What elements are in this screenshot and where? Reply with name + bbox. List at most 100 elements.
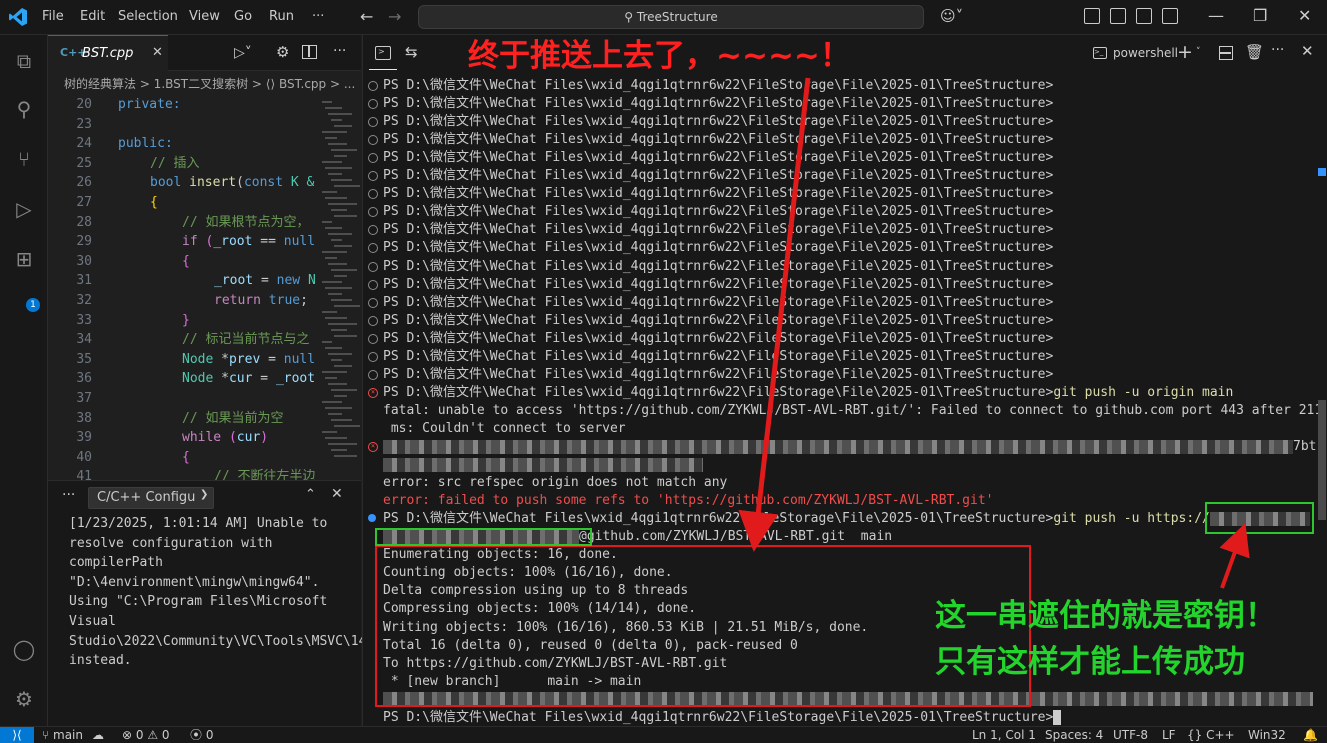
close-panel-icon[interactable]: ✕ — [1301, 42, 1314, 60]
command-decoration-icon[interactable] — [368, 369, 378, 380]
encoding[interactable]: UTF-8 — [1113, 728, 1148, 743]
explorer-icon[interactable]: ⧉ — [12, 49, 36, 73]
close-panel-icon[interactable]: ✕ — [331, 486, 343, 502]
error-decoration-icon[interactable]: × — [368, 387, 378, 398]
remote-indicator-icon[interactable]: ⟩⟨ — [0, 727, 34, 743]
close-tab-icon[interactable]: ✕ — [152, 45, 163, 60]
code-line[interactable]: 36 Node *cur = _root — [48, 369, 361, 389]
success-decoration-icon[interactable] — [368, 514, 376, 523]
code-line[interactable]: 28 // 如果根节点为空， — [48, 213, 361, 233]
end-of-line[interactable]: LF — [1162, 728, 1176, 743]
code-line[interactable]: 26 bool insert(const K & — [48, 173, 361, 193]
run-code-icon[interactable]: ▷˅ — [234, 45, 252, 61]
more-actions-icon[interactable]: ··· — [62, 487, 75, 503]
code-line[interactable]: 35 Node *prev = null — [48, 350, 361, 370]
code-line[interactable]: 23 — [48, 115, 361, 135]
terminal-shell-label[interactable]: powershell — [1113, 46, 1178, 60]
code-line[interactable]: 37 — [48, 389, 361, 409]
code-line[interactable]: 25 // 插入 — [48, 154, 361, 174]
command-decoration-icon[interactable] — [368, 135, 378, 146]
notifications-bell-icon[interactable]: 🔔 — [1303, 728, 1318, 743]
code-line[interactable]: 32 return true; — [48, 291, 361, 311]
command-decoration-icon[interactable] — [368, 171, 378, 182]
maximize-panel-icon[interactable]: ⌃ — [305, 487, 316, 502]
code-line[interactable]: 30 { — [48, 252, 361, 272]
command-decoration-icon[interactable] — [368, 351, 378, 362]
toggle-panel-icon[interactable] — [1136, 8, 1152, 24]
code-line[interactable]: 24 public: — [48, 134, 361, 154]
customize-layout-icon[interactable] — [1084, 8, 1100, 24]
menu-run[interactable]: Run — [269, 9, 294, 24]
settings-gear-icon[interactable]: ⚙ — [12, 687, 36, 711]
error-decoration-icon[interactable]: × — [368, 442, 378, 452]
code-line[interactable]: 20 private: — [48, 95, 361, 115]
code-area[interactable]: 20 private: 23 24 public: 25 // 插入 26 bool inser… — [48, 95, 361, 480]
command-decoration-icon[interactable] — [368, 333, 378, 344]
command-decoration-icon[interactable] — [368, 153, 378, 164]
ports-indicator[interactable]: ⦿ 0 — [190, 728, 213, 743]
forward-arrow-icon[interactable]: → — [388, 7, 401, 26]
split-editor-icon[interactable] — [302, 45, 317, 59]
split-terminal-icon[interactable] — [1219, 46, 1233, 60]
branch-indicator[interactable]: ⑂ main — [42, 728, 83, 743]
kill-terminal-icon[interactable]: 🗑 — [1245, 43, 1264, 61]
minimize-icon[interactable]: — — [1208, 6, 1224, 25]
more-actions-icon[interactable]: ··· — [333, 43, 346, 59]
output-channel-select[interactable]: C/C++ Configu — [88, 487, 214, 509]
account-icon[interactable]: ◯ — [12, 637, 36, 661]
command-decoration-icon[interactable] — [368, 81, 378, 91]
more-actions-icon[interactable]: ··· — [1271, 42, 1284, 58]
copilot-icon[interactable]: ☺˅ — [940, 7, 963, 25]
restore-icon[interactable]: ❐ — [1253, 6, 1267, 25]
code-line[interactable]: 27 { — [48, 193, 361, 213]
toggle-secondary-sidebar-icon[interactable] — [1162, 8, 1178, 24]
code-line[interactable]: 29 if (_root == null — [48, 232, 361, 252]
minimap[interactable] — [318, 95, 360, 480]
code-line[interactable]: 39 while (cur) — [48, 428, 361, 448]
command-decoration-icon[interactable] — [368, 207, 378, 218]
ports-icon[interactable]: ⇆ — [405, 43, 418, 61]
chevron-down-icon[interactable]: ˅ — [1196, 47, 1201, 57]
code-line[interactable]: 31 _root = new N — [48, 271, 361, 291]
command-center-search[interactable]: ⚲ TreeStructure — [418, 5, 924, 29]
menu-selection[interactable]: Selection — [118, 9, 178, 24]
window-close-icon[interactable]: ✕ — [1298, 6, 1311, 25]
source-control-icon[interactable]: ⑂ — [12, 147, 36, 171]
code-line[interactable]: 40 { — [48, 448, 361, 468]
command-decoration-icon[interactable] — [368, 225, 378, 236]
cursor-position[interactable]: Ln 1, Col 1 — [972, 728, 1036, 743]
settings-gear-icon[interactable]: ⚙ — [276, 43, 289, 61]
command-decoration-icon[interactable] — [368, 189, 378, 200]
terminal-scrollbar[interactable] — [1318, 400, 1326, 520]
toggle-primary-sidebar-icon[interactable] — [1110, 8, 1126, 24]
code-line[interactable]: 38 // 如果当前为空 — [48, 409, 361, 429]
menu-file[interactable]: File — [42, 9, 64, 24]
run-debug-icon[interactable]: ▷ — [12, 197, 36, 221]
command-decoration-icon[interactable] — [368, 243, 378, 254]
command-decoration-icon[interactable] — [368, 297, 378, 308]
breadcrumb[interactable]: 树的经典算法 > 1.BST二叉搜索树 > ⟨⟩ BST.cpp > ... — [64, 75, 355, 92]
code-line[interactable]: 33} — [48, 311, 361, 331]
menu-view[interactable]: View — [189, 9, 220, 24]
sync-icon[interactable]: ☁ — [92, 728, 104, 743]
command-decoration-icon[interactable] — [368, 99, 378, 110]
menu-more[interactable]: ··· — [312, 9, 324, 24]
platform[interactable]: Win32 — [1248, 728, 1286, 743]
search-icon[interactable]: ⚲ — [12, 97, 36, 121]
menu-go[interactable]: Go — [234, 9, 252, 24]
code-line[interactable]: 34 // 标记当前节点与之 — [48, 330, 361, 350]
command-decoration-icon[interactable] — [368, 279, 378, 290]
command-decoration-icon[interactable] — [368, 117, 378, 128]
indentation[interactable]: Spaces: 4 — [1045, 728, 1103, 743]
command-decoration-icon[interactable] — [368, 261, 378, 272]
tab-bst-cpp[interactable]: C++ BST.cpp ✕ — [48, 35, 168, 71]
terminal-icon[interactable]: > — [375, 46, 391, 60]
back-arrow-icon[interactable]: ← — [360, 7, 373, 26]
extensions-icon[interactable]: ⊞ — [12, 247, 36, 271]
language-mode[interactable]: {} C++ — [1187, 728, 1235, 743]
menu-edit[interactable]: Edit — [80, 9, 105, 24]
command-decoration-icon[interactable] — [368, 315, 378, 326]
new-terminal-icon[interactable]: + — [1177, 41, 1193, 63]
problems-indicator[interactable]: ⊗ 0 ⚠ 0 — [122, 728, 170, 743]
code-line[interactable]: 41 // 不断往左半边 — [48, 467, 361, 480]
